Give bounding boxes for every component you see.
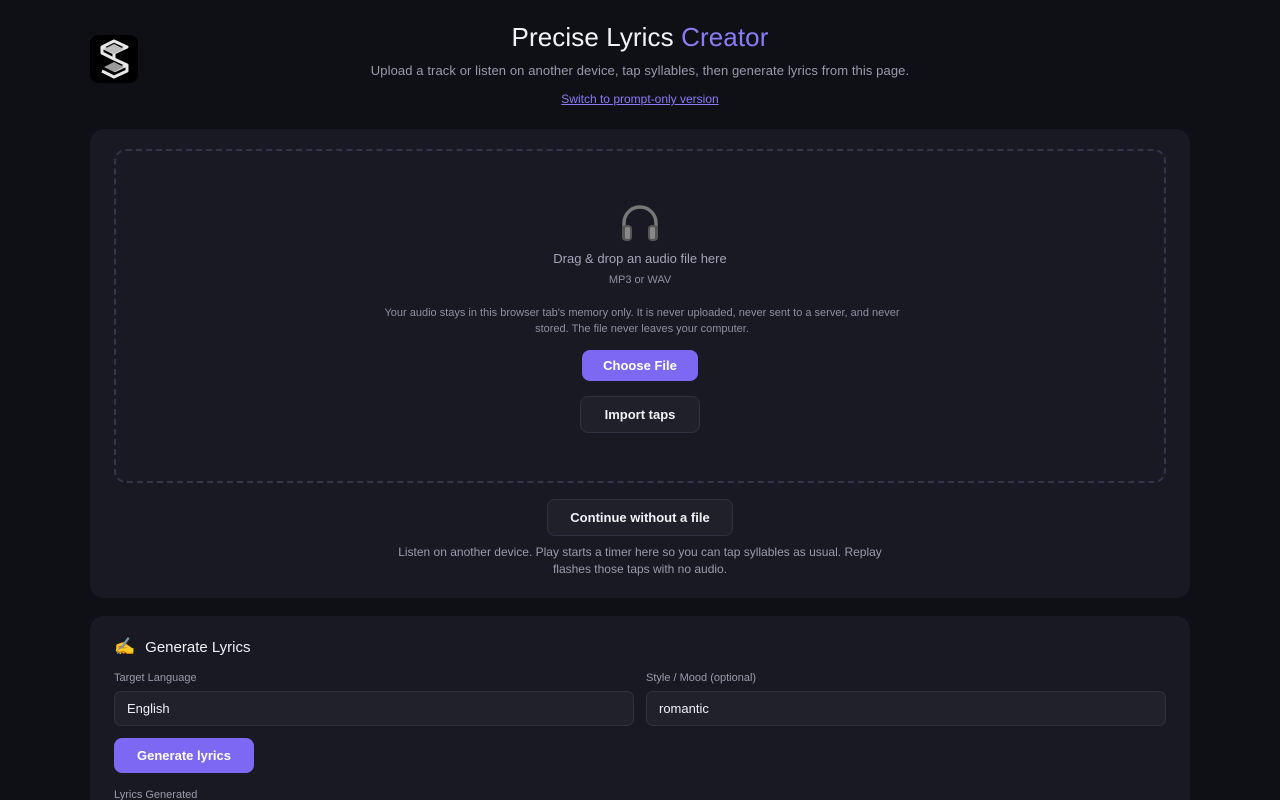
writing-hand-icon: ✍️ (114, 637, 136, 656)
generate-heading-text: Generate Lyrics (145, 638, 251, 656)
style-mood-label: Style / Mood (optional) (646, 672, 757, 684)
choose-file-button[interactable]: Choose File (582, 350, 698, 381)
audio-dropzone[interactable]: Drag & drop an audio file here MP3 or WA… (114, 149, 1166, 483)
generate-heading: ✍️ Generate Lyrics (114, 637, 251, 657)
style-mood-input[interactable] (646, 691, 1166, 726)
page-title: Precise Lyrics Creator (0, 22, 1280, 53)
headphones-icon (622, 205, 658, 241)
switch-prompt-only-link[interactable]: Switch to prompt-only version (561, 92, 718, 106)
drop-formats: MP3 or WAV (608, 274, 672, 286)
target-language-input[interactable] (114, 691, 634, 726)
continue-without-file-button[interactable]: Continue without a file (547, 499, 733, 536)
generate-lyrics-card: ✍️ Generate Lyrics Target Language Style… (90, 616, 1190, 800)
generate-lyrics-button[interactable]: Generate lyrics (114, 738, 254, 773)
drop-title: Drag & drop an audio file here (553, 251, 727, 266)
page-header: Precise Lyrics Creator Upload a track or… (0, 22, 1280, 108)
lyrics-generated-label: Lyrics Generated (114, 789, 198, 800)
page-title-main: Precise Lyrics (511, 22, 674, 52)
page-subtitle: Upload a track or listen on another devi… (370, 63, 910, 78)
upload-card: Drag & drop an audio file here MP3 or WA… (90, 129, 1190, 598)
page-title-accent: Creator (681, 22, 769, 52)
target-language-label: Target Language (114, 672, 197, 684)
privacy-note: Your audio stays in this browser tab's m… (384, 307, 900, 335)
import-taps-button[interactable]: Import taps (580, 396, 700, 433)
listen-note: Listen on another device. Play starts a … (398, 545, 882, 576)
